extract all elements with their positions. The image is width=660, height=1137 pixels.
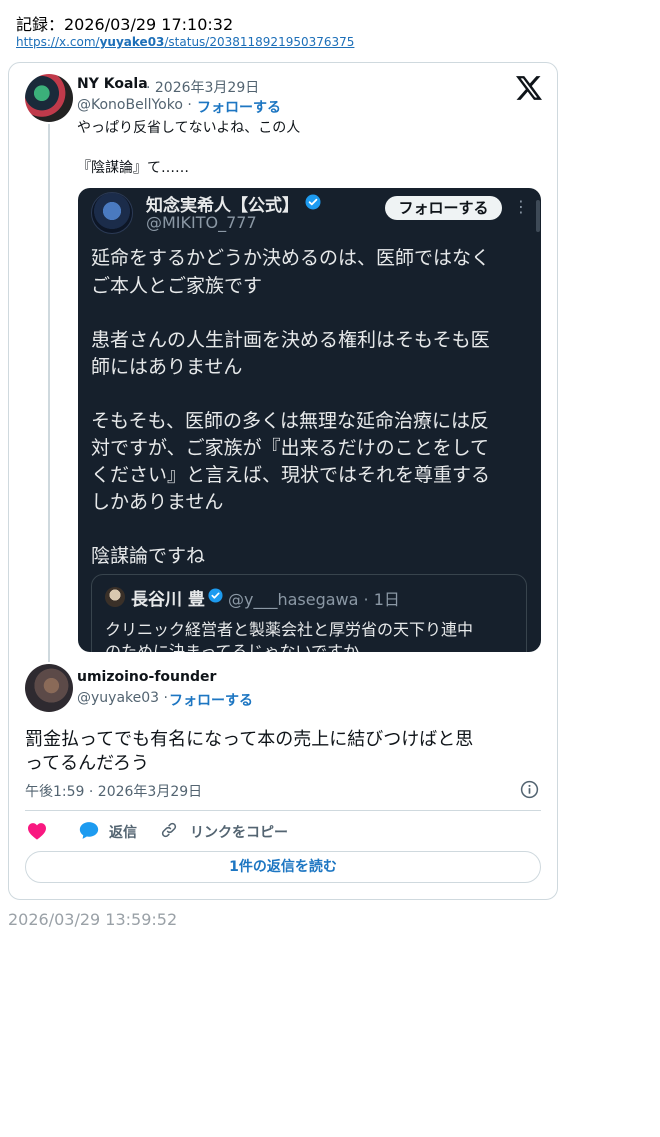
quote-text-line: クリニック経営者と製薬会社と厚労省の天下り連中	[105, 620, 474, 639]
author-name[interactable]: NY Koala	[77, 76, 148, 92]
embed-text-line: ください』と言えば、現状ではそれを尊重する	[91, 464, 491, 486]
info-icon[interactable]	[520, 780, 539, 799]
verified-badge-icon	[305, 194, 321, 210]
copy-link-button[interactable]: リンクをコピー	[190, 822, 288, 842]
embed-text-line: 延命をするかどうか決めるのは、医師ではなく	[91, 247, 491, 269]
more-icon: ⋮	[513, 197, 529, 216]
avatar[interactable]	[25, 664, 73, 712]
x-logo-icon[interactable]	[516, 76, 542, 100]
embed-text-line: 師にはありません	[91, 356, 243, 378]
embed-text-line: 対ですが、ご家族が『出来るだけのことをして	[91, 437, 490, 459]
avatar[interactable]	[25, 74, 73, 122]
tweet-text-line: ってるんだろう	[25, 753, 150, 774]
link-icon[interactable]	[160, 821, 178, 839]
scrollbar	[536, 200, 540, 232]
follow-button: フォローする	[385, 196, 502, 220]
reply-bubble-icon[interactable]	[79, 821, 99, 840]
tweet-date[interactable]: · 2026年3月29日	[146, 77, 259, 97]
follow-button[interactable]: フォローする	[197, 97, 281, 117]
author-name[interactable]: umizoino-founder	[77, 669, 216, 685]
capture-timestamp: 2026/03/29 13:59:52	[8, 910, 178, 929]
verified-badge-icon	[208, 588, 223, 603]
author-handle: @y___hasegawa · 1日	[228, 590, 400, 609]
tweet-text-line: 『陰謀論』て……	[77, 160, 189, 176]
thread-line	[48, 124, 50, 662]
embed-text-line: 陰謀論ですね	[91, 545, 206, 567]
author-handle[interactable]: @KonoBellYoko ·	[77, 97, 192, 113]
author-handle: @MIKITO_777	[146, 213, 257, 232]
tweet-text-line: 罰金払ってでも有名になって本の売上に結びつけばと思	[25, 729, 474, 750]
record-header: 記録：2026/03/29 17:10:32	[16, 15, 234, 34]
author-name: 長谷川 豊	[131, 590, 205, 610]
heart-icon[interactable]	[27, 822, 47, 840]
embed-text-line: しかありません	[91, 491, 224, 513]
tweet-timestamp[interactable]: 午後1:59 · 2026年3月29日	[25, 781, 202, 801]
follow-button[interactable]: フォローする	[169, 690, 253, 710]
reply-button[interactable]: 返信	[109, 822, 137, 842]
divider	[25, 810, 541, 811]
author-handle[interactable]: @yuyake03 ·	[77, 690, 168, 706]
read-replies-button[interactable]: 1件の返信を読む	[25, 851, 541, 883]
embed-text-line: そもそも、医師の多くは無理な延命治療には反	[91, 410, 490, 432]
avatar	[105, 587, 125, 607]
avatar	[91, 192, 133, 234]
embed-text-line: 患者さんの人生計画を決める権利はそもそも医	[91, 329, 490, 351]
embedded-image[interactable]: 知念実希人【公式】 @MIKITO_777 フォローする ⋮ 延命をするかどうか…	[78, 188, 541, 652]
source-link[interactable]: https://x.com/yuyake03/status/2038118921…	[16, 35, 354, 49]
quote-text-line: のために決まってるじゃないですか	[105, 642, 360, 652]
quoted-tweet: 長谷川 豊 @y___hasegawa · 1日 クリニック経営者と製薬会社と厚…	[91, 574, 527, 652]
tweet-text-line: やっぱり反省してないよね、この人	[77, 120, 301, 136]
embed-text-line: ご本人とご家族です	[91, 275, 263, 297]
